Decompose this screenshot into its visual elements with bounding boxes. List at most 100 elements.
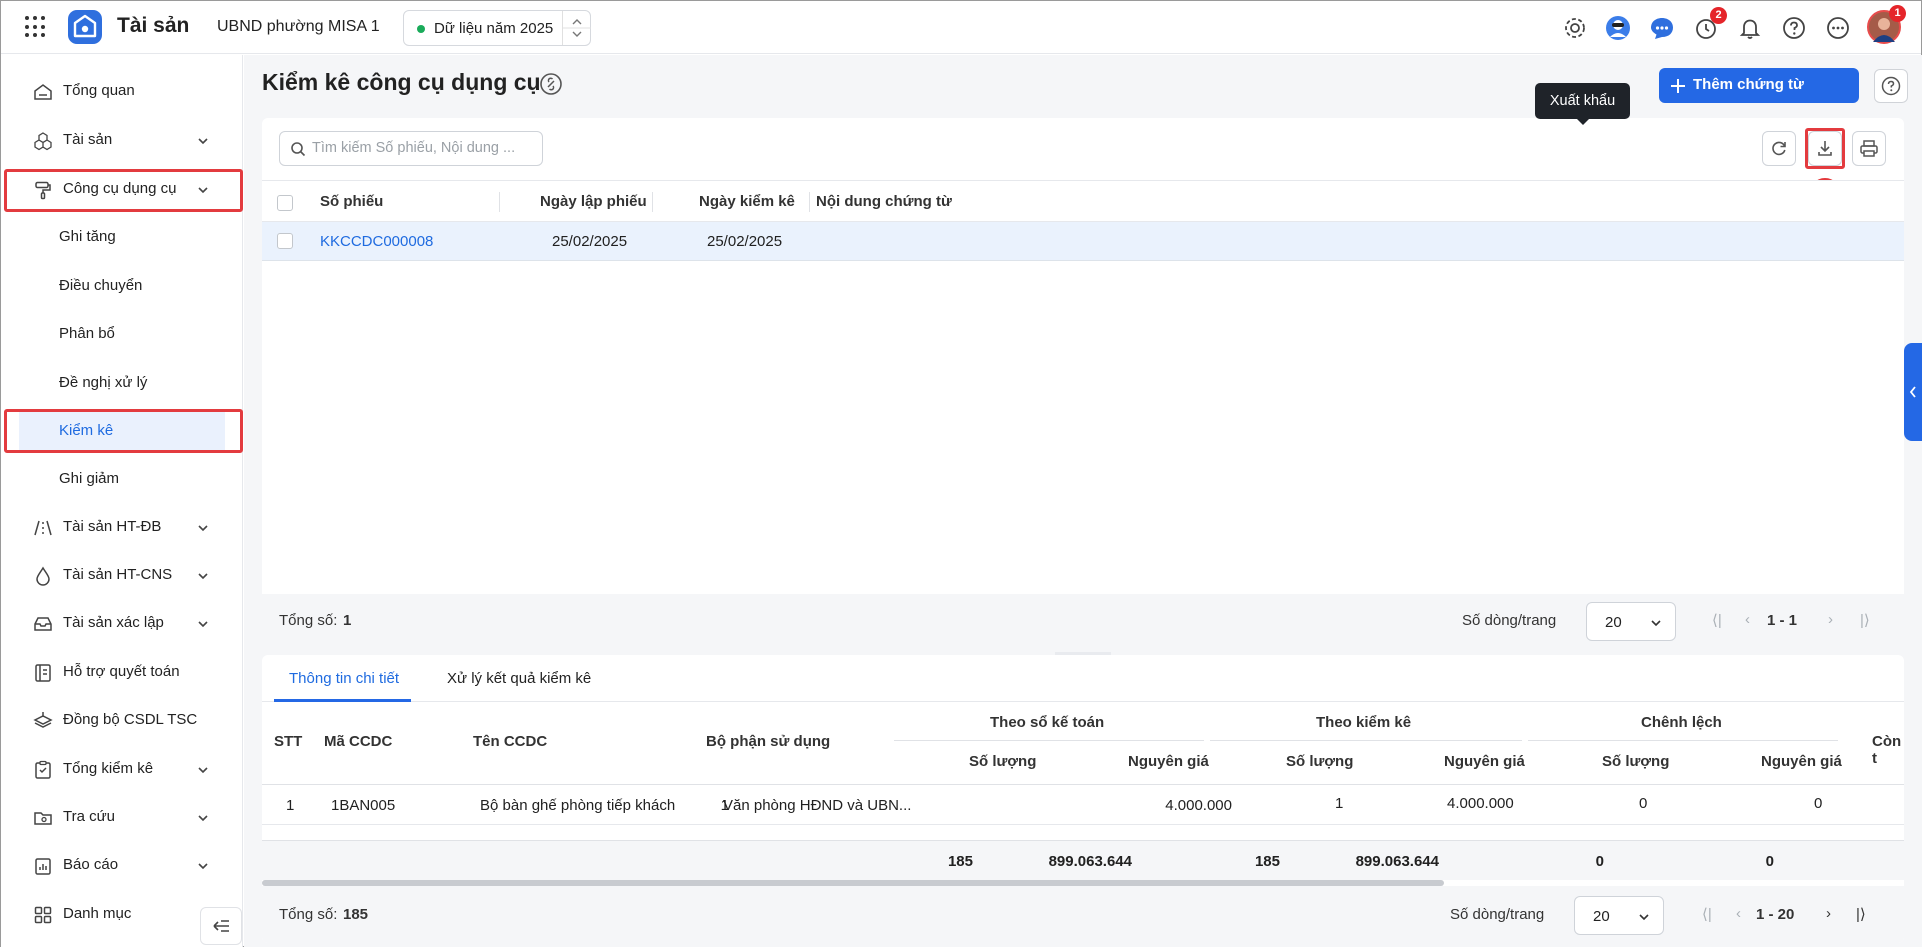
sidebar-item-label: Tài sản HT-CNS [63,566,173,583]
page-help-button[interactable] [1874,69,1908,103]
next-page-button[interactable]: › [1828,611,1833,628]
highlight-box-kiem-ke [4,409,243,453]
table-row[interactable]: 1 1BAN005 Bộ bàn ghế phòng tiếp khách Vă… [262,785,1904,825]
sidebar-subitem-ghi-tang[interactable]: Ghi tăng [1,217,243,257]
col-header-ng-cl[interactable]: Nguyên giá [1761,753,1842,770]
refresh-button[interactable] [1762,131,1796,166]
prev-page-button[interactable]: ‹ [1736,905,1741,922]
sidebar-item-tai-san-xac-lap[interactable]: Tài sản xác lập [1,603,243,643]
sidebar-item-tong-kiem-ke[interactable]: Tổng kiểm kê [1,749,243,789]
sidebar-item-tra-cuu[interactable]: Tra cứu [1,797,243,837]
assistant-avatar-icon[interactable] [1604,14,1632,42]
col-header-sl-kk[interactable]: Số lượng [1286,753,1353,770]
totals-row: 185 899.063.644 185 899.063.644 0 0 [262,840,1904,880]
cell-stt: 1 [286,797,295,814]
tab-thong-tin-chi-tiet[interactable]: Thông tin chi tiết [289,670,399,687]
select-all-checkbox[interactable] [277,195,293,211]
col-header-sl-cl[interactable]: Số lượng [1602,753,1669,770]
group-divider [1528,740,1838,741]
chevron-down-icon [1651,620,1661,627]
tab-xu-ly-ket-qua[interactable]: Xử lý kết quả kiểm kê [447,670,591,687]
sidebar-item-tai-san-ht-cns[interactable]: Tài sản HT-CNS [1,555,243,595]
col-header-so-phieu[interactable]: Số phiếu [320,193,383,210]
sidebar-subitem-de-nghi-xu-ly[interactable]: Đề nghị xử lý [1,363,243,403]
sidebar-subitem-ghi-giam[interactable]: Ghi giảm [1,459,243,499]
col-header-ng-so[interactable]: Nguyên giá [1128,753,1209,770]
page-size-select[interactable]: 20 [1586,602,1676,641]
chat-icon[interactable] [1648,14,1676,42]
table-row-partial [262,826,1904,840]
col-header-bo-phan[interactable]: Bộ phận sử dụng [706,733,830,750]
first-page-button[interactable]: ⟨| [1712,611,1722,629]
page-title: Kiểm kê công cụ dụng cụ [262,69,541,96]
add-document-button[interactable]: Thêm chứng từ [1659,68,1859,103]
app-launcher-icon[interactable] [25,16,47,38]
total-label: Tổng số: [279,906,338,923]
table-row[interactable]: KKCCDC000008 25/02/2025 25/02/2025 [262,222,1904,261]
page-size-select[interactable]: 20 [1574,896,1664,935]
more-options-icon[interactable] [1824,14,1852,42]
col-header-con-lai[interactable]: Còn t [1872,733,1904,767]
total-value: 185 [343,906,369,923]
print-button[interactable] [1852,131,1886,166]
organization-name[interactable]: UBND phường MISA 1 [217,18,380,36]
sidebar-item-tong-quan[interactable]: Tổng quan [1,71,243,111]
master-pager: Tổng số: 1 Số dòng/trang 20 ⟨| ‹ 1 - 1 ›… [262,594,1904,648]
sidebar-item-dong-bo-csdl[interactable]: Đồng bộ CSDL TSC [1,700,243,740]
avatar-badge: 1 [1889,5,1906,22]
row-checkbox[interactable] [277,233,293,249]
chevron-left-icon [1909,386,1916,398]
last-page-button[interactable]: |⟩ [1856,905,1866,923]
chevron-down-icon [198,815,208,822]
cell-ngay-kiem-ke: 25/02/2025 [707,233,783,250]
col-header-ngay-lap[interactable]: Ngày lập phiếu [540,193,647,210]
status-dot [417,25,425,33]
sidebar-item-ho-tro-quyet-toan[interactable]: Hỗ trợ quyết toán [1,652,243,692]
subitem-label: Ghi giảm [59,470,120,487]
col-header-ngay-kiem-ke[interactable]: Ngày kiểm kê [699,193,795,210]
total-ng-kk: 899.063.644 [1355,853,1439,870]
prev-page-button[interactable]: ‹ [1745,611,1750,628]
page-size-value: 20 [1593,908,1610,925]
sidebar-subitem-dieu-chuyen[interactable]: Điều chuyển [1,266,243,306]
col-header-ng-kk[interactable]: Nguyên giá [1444,753,1525,770]
sidebar-item-tai-san-ht-db[interactable]: Tài sản HT-ĐB [1,507,243,547]
year-label: Dữ liệu năm 2025 [434,20,554,37]
page-size-label: Số dòng/trang [1462,612,1557,629]
grid-icon [34,906,52,924]
sidebar-item-label: Tra cứu [63,808,115,825]
subitem-label: Đề nghị xử lý [59,374,148,391]
col-header-ten-ccdc[interactable]: Tên CCDC [473,733,547,750]
help-circle-icon[interactable] [1780,14,1808,42]
col-header-stt[interactable]: STT [274,733,302,750]
cell-ng-so: 4.000.000 [1165,797,1232,814]
sidebar-item-label: Tổng quan [63,82,135,99]
clipboard-icon [35,760,51,779]
settings-gear-icon[interactable] [1561,14,1589,42]
right-panel-toggle[interactable] [1904,343,1922,441]
home-icon [34,84,52,100]
year-spinner[interactable] [562,11,591,45]
refresh-icon [1772,141,1786,156]
so-phieu-link[interactable]: KKCCDC000008 [320,233,433,250]
link-icon[interactable] [539,72,563,96]
col-header-ma-ccdc[interactable]: Mã CCDC [324,733,392,750]
search-icon [291,142,306,157]
subitem-label: Điều chuyển [59,277,143,294]
sidebar-subitem-phan-bo[interactable]: Phân bổ [1,314,243,354]
col-header-sl-so[interactable]: Số lượng [969,753,1036,770]
collapse-sidebar-button[interactable] [200,907,242,945]
cell-ng-cl: 0 [1814,795,1823,812]
last-page-button[interactable]: |⟩ [1860,611,1870,629]
sidebar-item-tai-san[interactable]: Tài sản [1,120,243,160]
search-input[interactable] [312,140,532,156]
year-selector[interactable]: Dữ liệu năm 2025 [403,10,591,46]
sidebar-item-bao-cao[interactable]: Báo cáo [1,845,243,885]
main-content: Kiểm kê công cụ dụng cụ Thêm chứng từ 3 … [244,55,1922,947]
bell-icon[interactable] [1736,14,1764,42]
ledger-icon [35,664,51,682]
next-page-button[interactable]: › [1826,905,1831,922]
first-page-button[interactable]: ⟨| [1702,905,1712,923]
col-header-noi-dung[interactable]: Nội dung chứng từ [816,193,952,210]
add-button-label: Thêm chứng từ [1693,76,1804,93]
